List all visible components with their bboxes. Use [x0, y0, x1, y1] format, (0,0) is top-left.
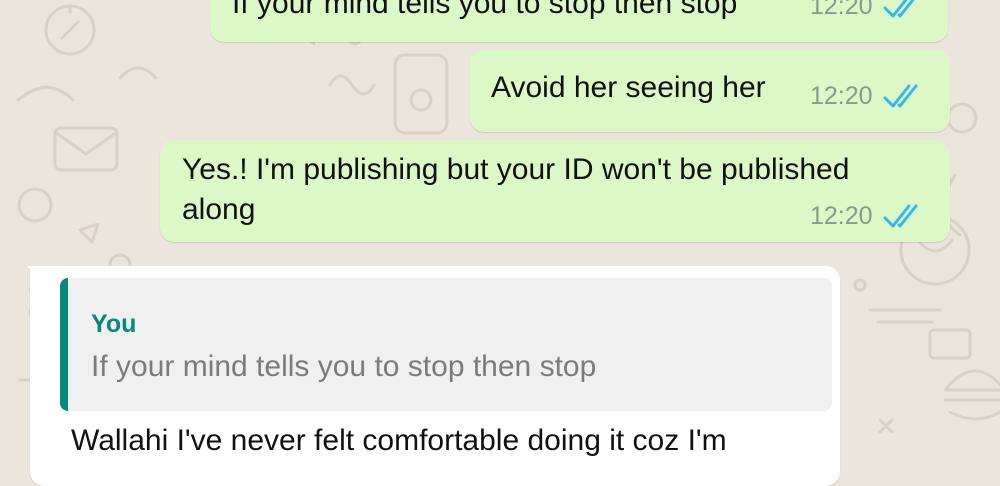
quote-accent-bar: [60, 278, 68, 411]
message-text-line-1: Yes.! I'm publishing but your ID won't b…: [182, 153, 850, 186]
quoted-message[interactable]: You If your mind tells you to stop then …: [60, 278, 832, 411]
message-bubble-outgoing-3[interactable]: Yes.! I'm publishing but your ID won't b…: [160, 140, 950, 242]
double-check-icon: [883, 204, 918, 227]
message-text: Avoid her seeing her: [491, 71, 766, 104]
message-text-line-2: along: [182, 193, 256, 226]
message-time: 12:20: [810, 82, 873, 110]
message-text: Wallahi I've never felt comfortable doin…: [71, 424, 727, 457]
double-check-icon: [883, 0, 914, 17]
message-bubble-incoming-1[interactable]: You If your mind tells you to stop then …: [30, 266, 840, 486]
message-bubble-outgoing-2[interactable]: Avoid her seeing her 12:20: [470, 50, 950, 132]
message-bubble-outgoing-1[interactable]: If your mind tells you to stop then stop…: [210, 0, 948, 42]
message-meta: 12:20: [810, 82, 927, 111]
message-meta: 12:20: [810, 202, 927, 231]
quoted-author: You: [91, 310, 137, 338]
message-time: 12:20: [810, 202, 873, 230]
message-time: 12:20: [810, 0, 873, 20]
message-meta: 12:20: [810, 0, 927, 21]
quoted-text: If your mind tells you to stop then stop: [91, 350, 597, 383]
double-check-icon: [883, 84, 918, 107]
message-text: If your mind tells you to stop then stop: [232, 0, 738, 20]
